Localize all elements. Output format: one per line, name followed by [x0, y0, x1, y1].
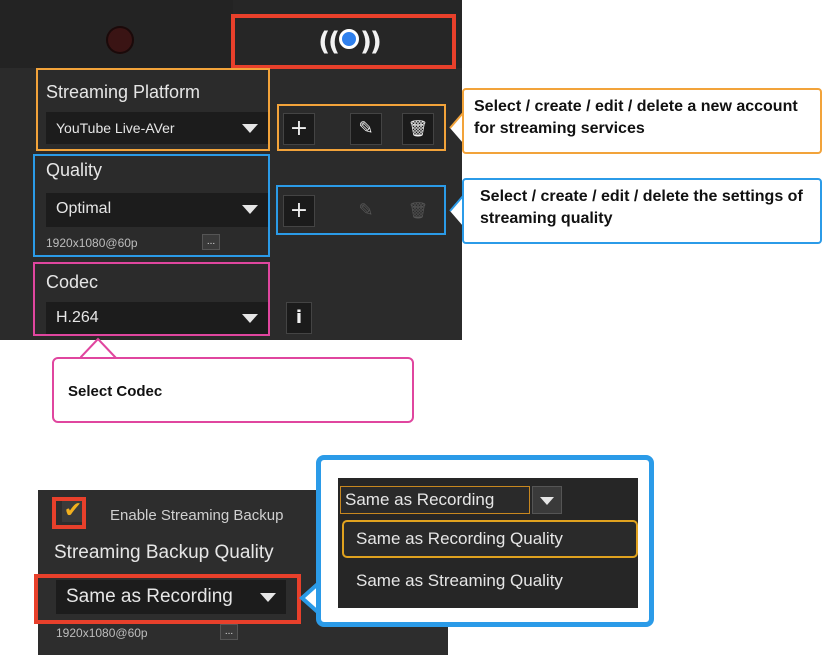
option-same-as-streaming[interactable]: Same as Streaming Quality	[342, 564, 638, 602]
streaming-tab-highlight	[231, 14, 456, 69]
platform-buttons-highlight	[277, 104, 446, 151]
codec-callout: Select Codec	[52, 357, 414, 423]
backup-quality-label: Streaming Backup Quality	[54, 542, 274, 563]
platform-highlight	[36, 68, 270, 151]
platform-callout: Select / create / edit / delete a new ac…	[462, 88, 822, 154]
dropdown-popup: Same as Recording Same as Recording Qual…	[338, 478, 638, 608]
codec-highlight	[33, 262, 270, 336]
quality-buttons-highlight	[276, 185, 446, 235]
option-same-as-recording[interactable]: Same as Recording Quality	[342, 520, 638, 558]
checkbox-highlight	[52, 497, 86, 529]
chevron-down-icon	[540, 497, 554, 505]
backup-resolution: 1920x1080@60p	[56, 626, 148, 640]
popup-select-arrow[interactable]	[532, 486, 562, 514]
record-icon	[106, 26, 134, 54]
quality-callout: Select / create / edit / delete the sett…	[462, 178, 822, 244]
codec-info-button[interactable]: i	[286, 302, 312, 334]
backup-more-button[interactable]: ...	[220, 624, 238, 640]
popup-select[interactable]: Same as Recording	[340, 486, 530, 514]
enable-backup-label: Enable Streaming Backup	[110, 507, 284, 524]
backup-select-highlight	[34, 574, 301, 624]
quality-highlight	[33, 154, 270, 257]
popup-select-value: Same as Recording	[345, 490, 495, 509]
tab-recording[interactable]	[0, 0, 233, 68]
